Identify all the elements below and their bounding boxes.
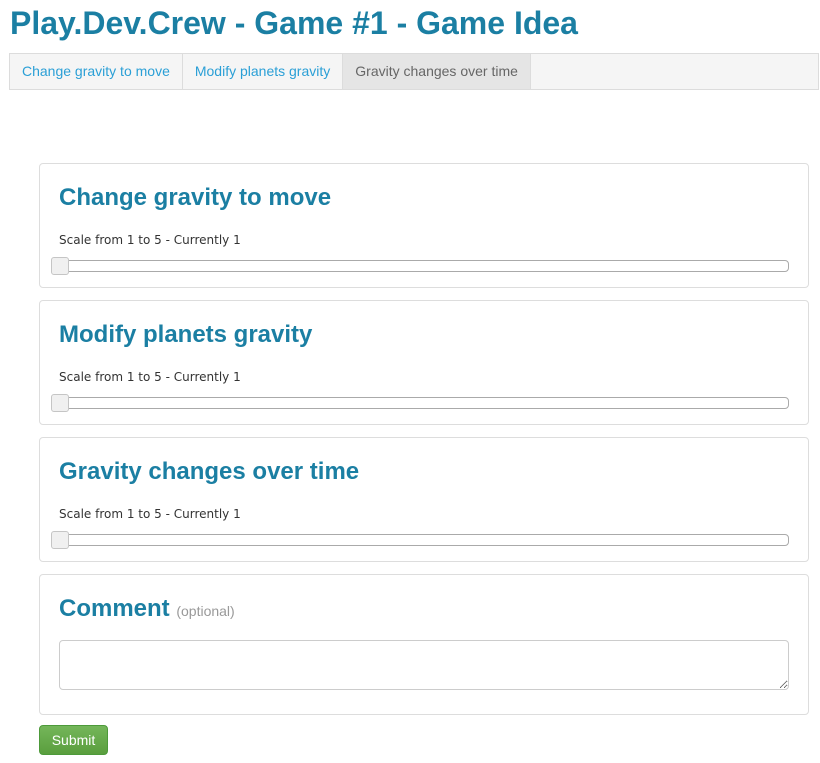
submit-button[interactable]: Submit (39, 725, 108, 755)
comment-title: Comment (59, 595, 170, 622)
planets-gravity-slider[interactable] (51, 394, 789, 412)
gravity-move-slider[interactable] (51, 257, 789, 275)
panel-comment: Comment (optional) (39, 574, 809, 715)
slider-handle[interactable] (51, 531, 69, 549)
section-title: Gravity changes over time (59, 458, 360, 485)
comment-heading: Comment (optional) (59, 594, 235, 626)
section-title: Change gravity to move (59, 184, 332, 211)
slider-handle[interactable] (51, 257, 69, 275)
optional-label: (optional) (176, 603, 235, 619)
panel-gravity-changes-over-time: Gravity changes over time Scale from 1 t… (39, 437, 809, 562)
scale-label: Scale from 1 to 5 - Currently 1 (59, 507, 241, 521)
tab-gravity-changes-over-time[interactable]: Gravity changes over time (343, 54, 531, 89)
section-title: Modify planets gravity (59, 321, 313, 348)
page-title: Play.Dev.Crew - Game #1 - Game Idea (10, 5, 578, 41)
tab-modify-planets-gravity[interactable]: Modify planets gravity (183, 54, 344, 89)
gravity-over-time-slider[interactable] (51, 531, 789, 549)
tab-change-gravity-to-move[interactable]: Change gravity to move (10, 54, 183, 89)
panel-change-gravity-to-move: Change gravity to move Scale from 1 to 5… (39, 163, 809, 288)
panel-modify-planets-gravity: Modify planets gravity Scale from 1 to 5… (39, 300, 809, 425)
slider-handle[interactable] (51, 394, 69, 412)
comment-textarea[interactable] (59, 640, 789, 690)
scale-label: Scale from 1 to 5 - Currently 1 (59, 370, 241, 384)
scale-label: Scale from 1 to 5 - Currently 1 (59, 233, 241, 247)
tab-bar: Change gravity to move Modify planets gr… (9, 53, 819, 90)
